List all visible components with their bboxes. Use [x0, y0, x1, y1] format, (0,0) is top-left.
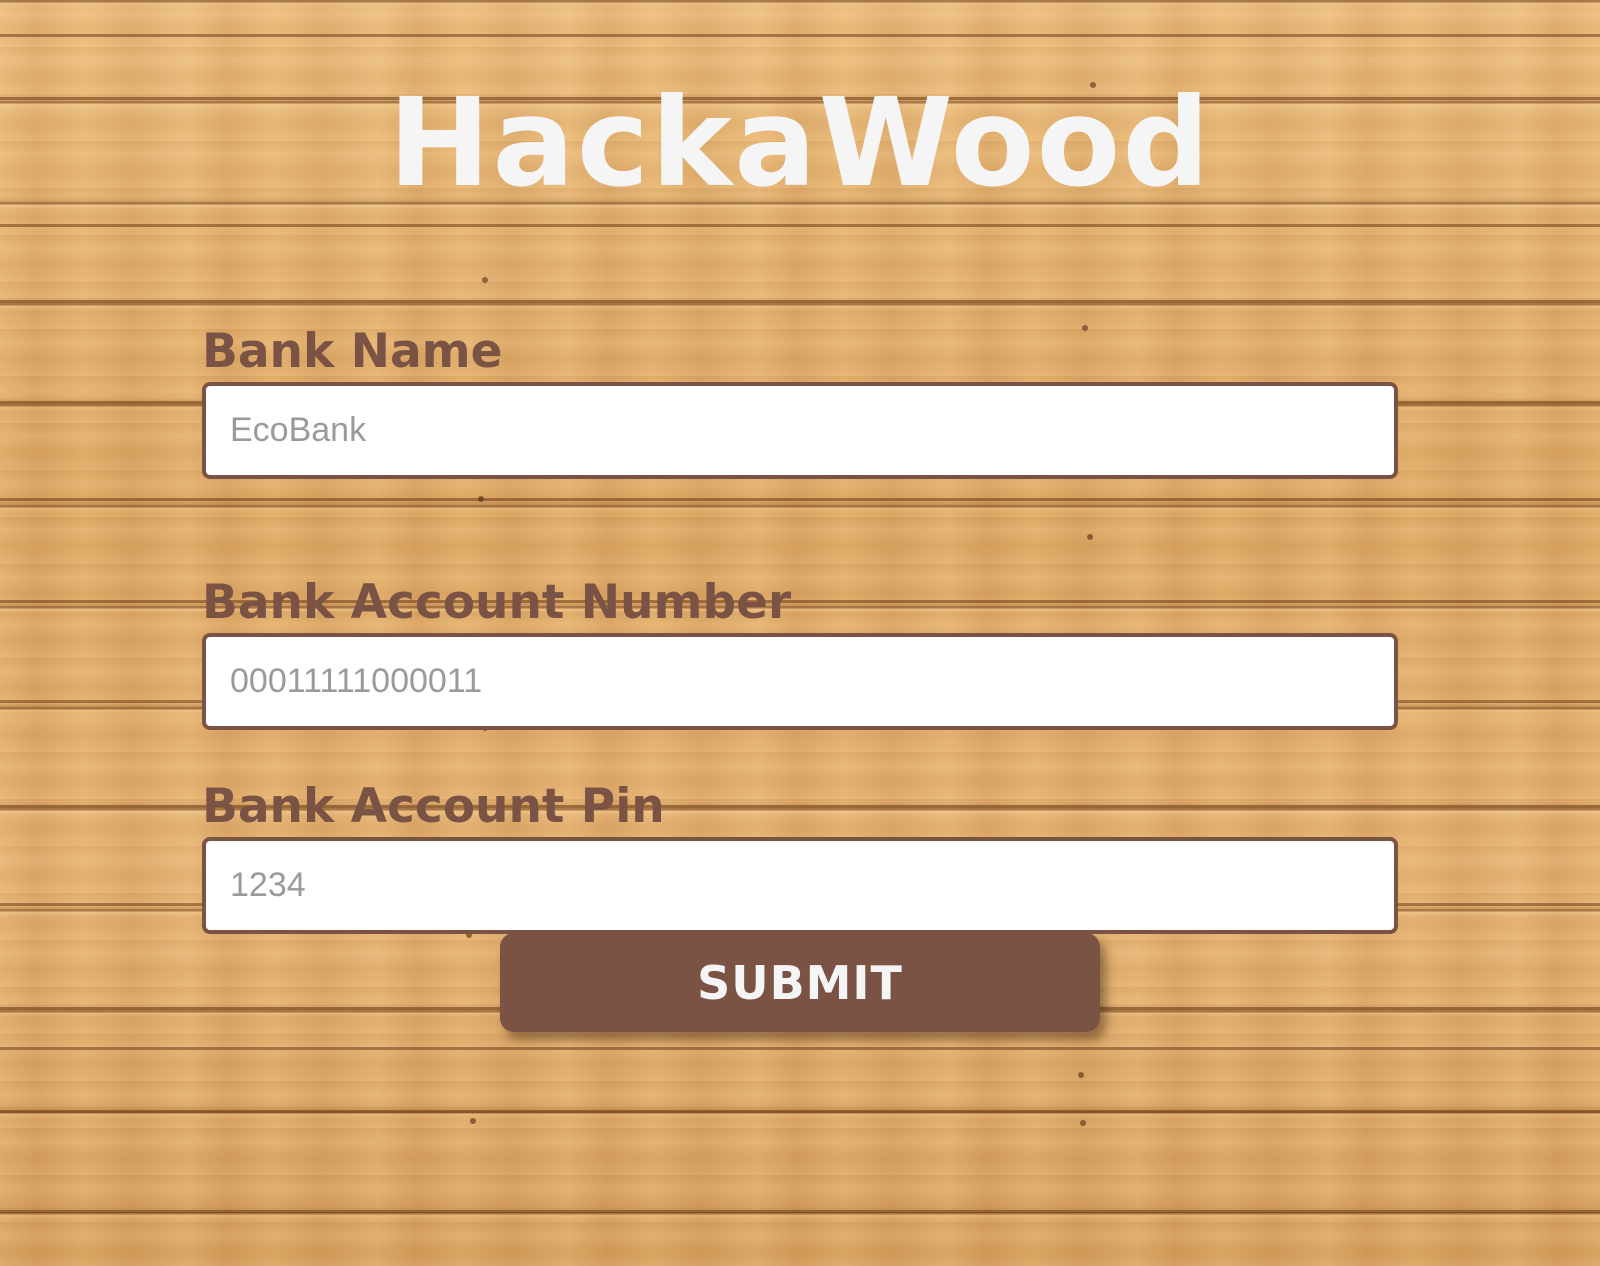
plank-seam	[0, 498, 1600, 501]
wood-knot	[470, 1118, 476, 1124]
wood-knot	[1087, 534, 1093, 540]
plank-seam	[0, 1110, 1600, 1113]
bank-account-pin-field-group: Bank Account Pin	[202, 777, 1398, 934]
bank-account-number-input[interactable]	[202, 633, 1398, 730]
wood-knot	[1080, 1120, 1086, 1126]
wood-knot	[478, 496, 484, 502]
plank-seam	[0, 224, 1600, 227]
page-title: HackaWood	[388, 72, 1212, 214]
plank-seam	[0, 1210, 1600, 1213]
bank-account-number-label: Bank Account Number	[202, 575, 792, 630]
bank-account-pin-input[interactable]	[202, 837, 1398, 934]
plank-seam	[0, 300, 1600, 303]
plank-seam	[0, 34, 1600, 37]
bank-name-field-group: Bank Name	[202, 322, 1398, 479]
submit-button[interactable]: SUBMIT	[500, 933, 1100, 1032]
bank-name-input[interactable]	[202, 382, 1398, 479]
bank-account-pin-label: Bank Account Pin	[202, 779, 665, 834]
bank-name-label: Bank Name	[202, 324, 503, 379]
bank-account-number-field-group: Bank Account Number	[202, 573, 1398, 730]
wood-knot	[482, 277, 488, 283]
plank-seam	[0, 1047, 1600, 1050]
wood-knot	[1078, 1072, 1084, 1078]
